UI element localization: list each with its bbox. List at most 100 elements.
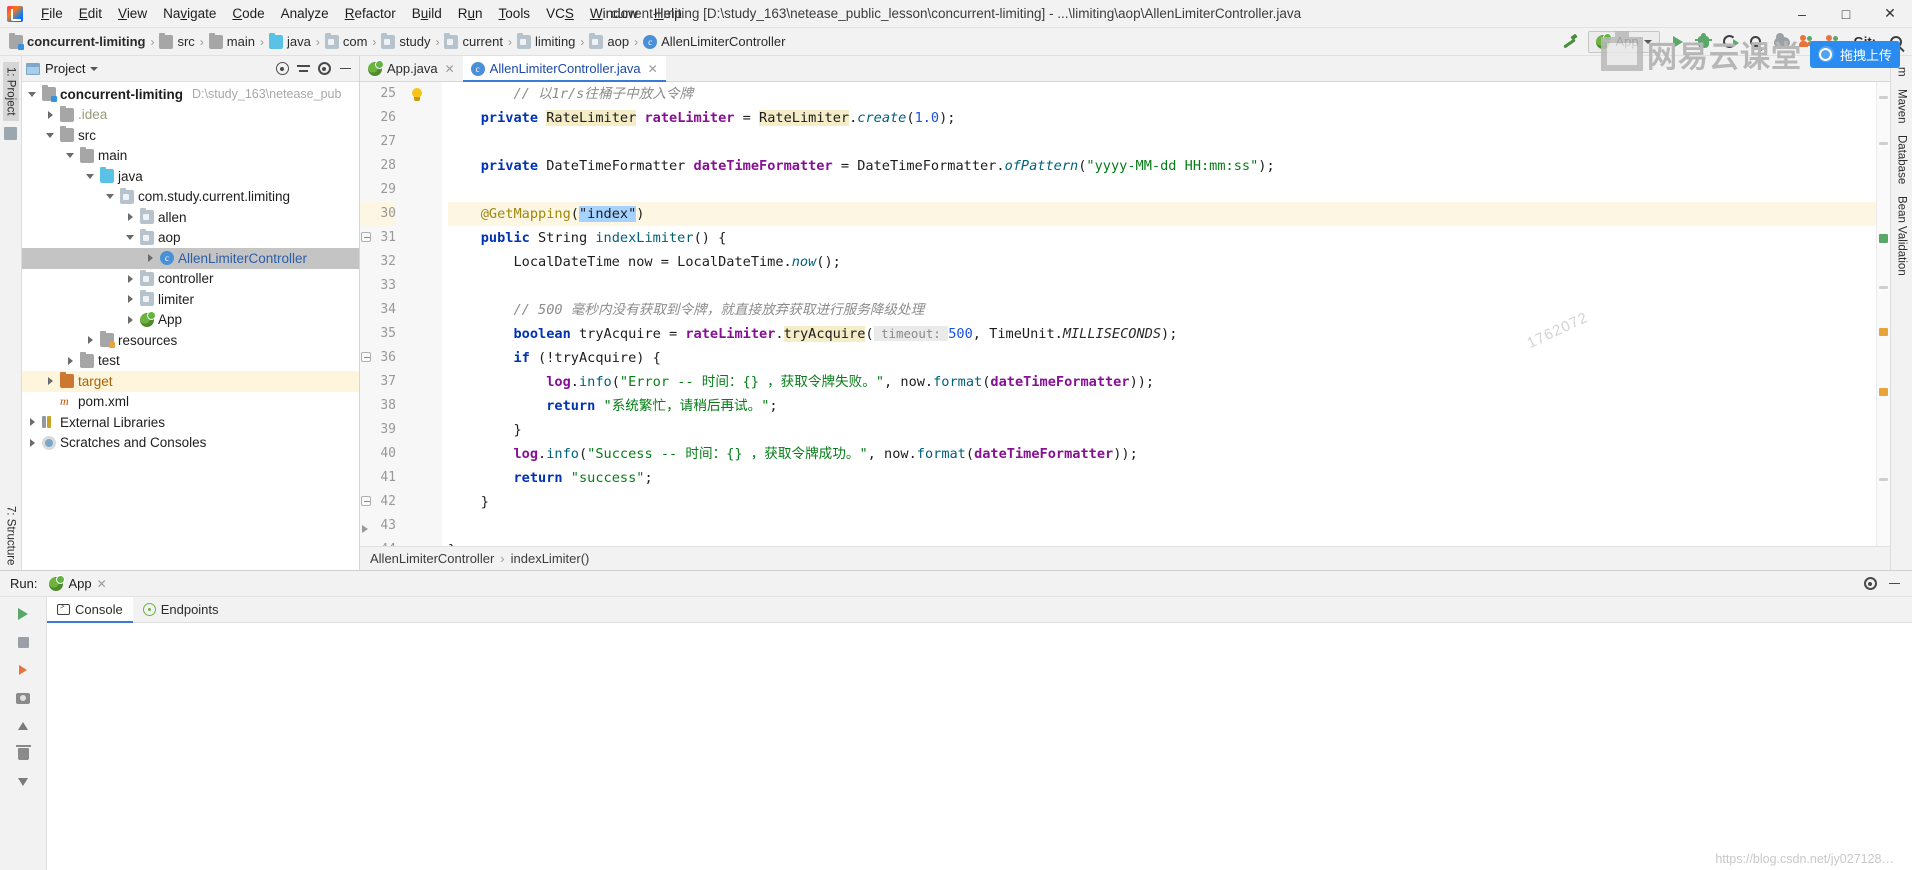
chevron-right-icon[interactable] [124,316,136,324]
run-config-chip[interactable]: App ✕ [43,574,112,593]
run-configuration-selector[interactable]: App [1588,30,1660,53]
menu-item-edit[interactable]: Edit [71,3,110,24]
breadcrumb-item-main[interactable]: main [206,32,258,50]
tree-row-allenlimitercontroller[interactable]: c AllenLimiterController [22,248,359,269]
code-line[interactable]: log.info("Success -- 时间：{} ，获取令牌成功。", no… [448,442,1876,466]
tree-row-target[interactable]: target [22,371,359,392]
chevron-down-icon[interactable] [26,92,38,97]
upload-button[interactable]: 拖拽上传 [1809,40,1900,68]
tab-console[interactable]: Console [47,597,133,623]
code-line[interactable] [448,178,1876,202]
breadcrumb-item-study[interactable]: study [378,32,433,50]
breadcrumb-item-src[interactable]: src [156,32,197,50]
tab-endpoints[interactable]: Endpoints [133,597,229,622]
run-button[interactable] [1666,31,1690,53]
tree-row[interactable]: Scratches and Consoles [22,433,359,454]
code-line[interactable]: public String indexLimiter() { [448,226,1876,250]
menu-item-navigate[interactable]: Navigate [155,3,224,24]
hide-run-panel-button[interactable] [1884,574,1904,594]
breadcrumb-item-project[interactable]: concurrent-limiting [6,32,148,50]
debug-button[interactable] [1692,31,1716,53]
tree-row[interactable]: aop [22,228,359,249]
tree-row[interactable]: resources [22,330,359,351]
code-line[interactable]: } [448,538,1876,546]
export-button[interactable] [12,687,34,709]
fold-marker-icon[interactable] [361,352,371,362]
breadcrumb-method[interactable]: indexLimiter() [511,551,590,566]
breadcrumb-item-com[interactable]: com [322,32,371,50]
deploy-button[interactable] [1770,31,1794,53]
rerun-failed-button[interactable] [12,659,34,681]
minimize-button[interactable]: – [1780,0,1824,28]
favorites-icon[interactable] [4,126,17,140]
rerun-button[interactable] [12,603,34,625]
chevron-right-icon[interactable] [144,254,156,262]
chevron-right-icon[interactable] [44,111,56,119]
code-line[interactable]: return "系统繁忙，请稍后再试。"; [448,394,1876,418]
chevron-down-icon[interactable] [104,194,116,199]
close-icon[interactable]: ✕ [445,62,455,76]
chevron-right-icon[interactable] [84,336,96,344]
rail-tab-maven[interactable]: Maven [1894,84,1910,129]
chevron-down-icon[interactable] [90,66,99,71]
fold-marker-icon[interactable] [361,496,371,506]
gutter-icon-column[interactable] [404,82,430,546]
tree-row[interactable]: main [22,146,359,167]
menu-item-vcs[interactable]: VCS [538,3,582,24]
code-line[interactable] [448,514,1876,538]
code-line[interactable]: @GetMapping("index") [448,202,1876,226]
breadcrumb-class[interactable]: AllenLimiterController [370,551,494,566]
code-line[interactable] [448,130,1876,154]
editor-tab-allenlimitercontroller[interactable]: c AllenLimiterController.java ✕ [462,56,666,82]
chevron-right-icon[interactable] [26,418,38,426]
code-line[interactable]: // 500 毫秒内没有获取到令牌，就直接放弃获取进行服务降级处理 [448,298,1876,322]
rail-tab-bean-validation[interactable]: Bean Validation [1894,191,1910,281]
chevron-right-icon[interactable] [124,275,136,283]
menu-item-help[interactable]: Help [646,3,690,24]
code-line[interactable]: if (!tryAcquire) { [448,346,1876,370]
code-line[interactable]: } [448,418,1876,442]
run-settings-button[interactable] [1860,574,1880,594]
stop-button[interactable] [12,631,34,653]
tree-row[interactable]: java [22,166,359,187]
chevron-down-icon[interactable] [84,174,96,179]
close-button[interactable]: ✕ [1868,0,1912,28]
tree-row[interactable]: test [22,351,359,372]
menu-item-build[interactable]: Build [404,3,450,24]
chevron-right-icon[interactable] [64,357,76,365]
menu-item-code[interactable]: Code [224,3,272,24]
source-code[interactable]: // 以1r/s往桶子中放入令牌 private RateLimiter rat… [442,82,1876,546]
run-with-coverage-button[interactable] [1718,31,1742,53]
breadcrumb-item-class[interactable]: c AllenLimiterController [640,33,788,50]
scroll-down-button[interactable] [12,771,34,793]
tree-row[interactable]: App [22,310,359,331]
panel-settings-button[interactable] [314,59,334,79]
chevron-down-icon[interactable] [124,235,136,240]
code-line[interactable]: boolean tryAcquire = rateLimiter.tryAcqu… [448,322,1876,346]
tree-row[interactable]: External Libraries [22,412,359,433]
tree-row[interactable]: .idea [22,105,359,126]
code-line[interactable]: private RateLimiter rateLimiter = RateLi… [448,106,1876,130]
tree-row[interactable]: src [22,125,359,146]
menu-item-file[interactable]: File [33,3,71,24]
clear-all-button[interactable] [12,743,34,765]
profile-button[interactable] [1744,31,1768,53]
code-line[interactable]: LocalDateTime now = LocalDateTime.now(); [448,250,1876,274]
menu-item-run[interactable]: Run [450,3,491,24]
breadcrumb-item-java[interactable]: java [266,32,314,50]
collapse-all-button[interactable] [293,59,313,79]
hide-panel-button[interactable] [335,59,355,79]
code-editor[interactable]: 2526272829303132333435363738394041424344… [360,82,1890,546]
tree-row[interactable]: com.study.current.limiting [22,187,359,208]
editor-tab-app[interactable]: App.java ✕ [360,56,463,81]
chevron-right-icon[interactable] [26,439,38,447]
chevron-right-icon[interactable] [44,377,56,385]
chevron-down-icon[interactable] [44,133,56,138]
fold-marker-icon[interactable] [361,232,371,242]
rail-tab-structure[interactable]: 7: Structure [3,501,19,570]
tree-row[interactable]: limiter [22,289,359,310]
tree-row[interactable]: allen [22,207,359,228]
code-line[interactable]: return "success"; [448,466,1876,490]
menu-item-refactor[interactable]: Refactor [337,3,404,24]
menu-item-tools[interactable]: Tools [491,3,539,24]
